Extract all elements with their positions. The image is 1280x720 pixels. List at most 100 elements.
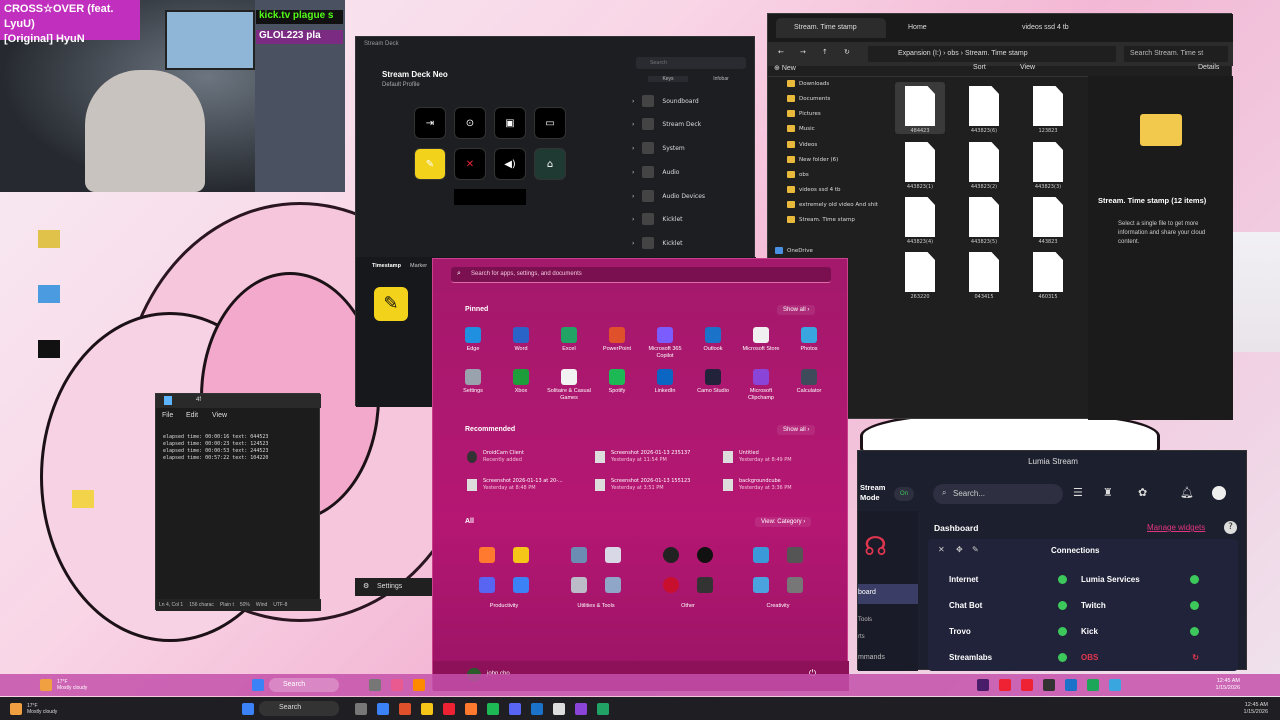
tab-stream-time-stamp[interactable]: Stream. Time stamp (776, 18, 886, 38)
category-audio[interactable]: › Audio (632, 162, 750, 182)
recommended-item[interactable]: Screenshot 2026-01-13 155123 Yesterday at… (595, 478, 725, 492)
profile-name[interactable]: Default Profile (382, 82, 420, 88)
category-system[interactable]: › System (632, 138, 750, 158)
deck-key[interactable]: ⌂ (534, 148, 566, 180)
deck-key[interactable]: ⊙ (454, 107, 486, 139)
category-audio-devices[interactable]: › Audio Devices (632, 186, 750, 206)
search-input[interactable]: Search (636, 57, 746, 69)
recommended-item[interactable]: backgroundcube Yesterday at 3:36 PM (723, 478, 853, 492)
show-all-pinned[interactable]: Show all › (777, 305, 816, 315)
alert-icon[interactable]: ♜ (1103, 486, 1113, 499)
recommended-item[interactable]: Untitled Yesterday at 8:49 PM (723, 450, 853, 464)
up-icon[interactable]: ↑ (822, 48, 828, 56)
category-stream-deck[interactable]: › Stream Deck (632, 114, 750, 134)
group-productivity[interactable]: Productivity (467, 547, 541, 609)
sidebar-item-new-folder[interactable]: New folder (6) (787, 156, 838, 163)
menu-view[interactable]: View (212, 412, 227, 419)
manage-widgets-link[interactable]: Manage widgets (1147, 523, 1205, 532)
taskbar-search[interactable]: Search (269, 678, 339, 692)
sidebar-item-music[interactable]: Music (787, 125, 815, 132)
refresh-icon[interactable]: ↻ (844, 48, 850, 56)
text-line[interactable]: elapsed time: 00:00:23 text: 124523 (156, 441, 321, 448)
details-button[interactable]: Details (1198, 64, 1219, 71)
pinned-app[interactable]: Photos (785, 327, 833, 353)
file-item[interactable]: 043415 (964, 252, 1004, 300)
text-line[interactable]: elapsed time: 00:00:53 text: 244523 (156, 448, 321, 455)
breadcrumb[interactable]: Expansion (I:) › obs › Stream. Time stam… (868, 46, 1116, 62)
tab-videos[interactable]: videos ssd 4 tb (1004, 18, 1114, 38)
taskbar-app-icon[interactable] (399, 702, 411, 715)
tab-keys[interactable]: Keys (648, 76, 688, 82)
file-item[interactable]: 443823 (1028, 197, 1068, 245)
avatar[interactable] (1212, 486, 1226, 500)
category-kicklet-2[interactable]: › Kicklet (632, 233, 750, 253)
pinned-app[interactable]: Calculator (785, 369, 833, 395)
category-soundboard[interactable]: › Soundboard (632, 91, 750, 111)
taskbar-app-icon[interactable] (575, 702, 587, 715)
recommended-item[interactable]: Screenshot 2026-01-13 235137 Yesterday at… (595, 450, 725, 464)
file-item[interactable]: 484423 (900, 86, 940, 134)
deck-key[interactable]: ▭ (534, 107, 566, 139)
tab-home[interactable]: Home (890, 18, 990, 38)
close-icon[interactable]: ✕ (938, 545, 945, 554)
pinned-app[interactable]: PowerPoint (593, 327, 641, 353)
sort-button[interactable]: Sort (973, 64, 986, 71)
sidebar-item-pictures[interactable]: Pictures (787, 110, 821, 117)
edit-icon[interactable]: ✎ (972, 545, 979, 554)
pinned-app[interactable]: Microsoft Clipchamp (737, 369, 785, 402)
pinned-app[interactable]: Word (497, 327, 545, 353)
pinned-app[interactable]: Solitaire & Casual Games (545, 369, 593, 402)
desktop-icon[interactable] (66, 490, 100, 510)
taskbar-app-icon[interactable] (597, 702, 609, 715)
forward-icon[interactable]: → (800, 48, 806, 56)
sidebar-item-commands[interactable]: mmands (858, 654, 885, 661)
pinned-app[interactable]: Settings (449, 369, 497, 395)
pinned-app[interactable]: Microsoft Store (737, 327, 785, 353)
file-item[interactable]: 460315 (1028, 252, 1068, 300)
desktop-icon[interactable] (32, 285, 66, 305)
text-line[interactable]: elapsed time: 00:00:16 text: 044523 (156, 434, 321, 441)
pinned-app[interactable]: Spotify (593, 369, 641, 395)
reconnect-icon[interactable]: ↻ (1192, 653, 1199, 662)
sidebar-item-videos[interactable]: Videos (787, 141, 817, 148)
taskbar-app-icon[interactable] (531, 702, 543, 715)
show-all-recommended[interactable]: Show all › (777, 425, 816, 435)
view-button[interactable]: View (1020, 64, 1035, 71)
pinned-app[interactable]: Excel (545, 327, 593, 353)
file-item[interactable]: 443823(3) (1028, 142, 1068, 190)
sidebar-item-old-video[interactable]: extremely old video And shit (787, 201, 878, 208)
taskbar-app-icon[interactable] (509, 702, 521, 715)
recommended-item[interactable]: Screenshot 2026-01-13 at 20-... Yesterday… (467, 478, 597, 492)
plugin-icon[interactable]: ✿ (1138, 486, 1147, 499)
pinned-app[interactable]: Edge (449, 327, 497, 353)
taskbar-app-icon[interactable] (443, 702, 455, 715)
file-item[interactable]: 443823(4) (900, 197, 940, 245)
file-item[interactable]: 263220 (900, 252, 940, 300)
menu-file[interactable]: File (162, 412, 173, 419)
tab[interactable]: 4f (196, 397, 201, 403)
taskbar-app-icon[interactable] (421, 702, 433, 715)
deck-key-tts-off[interactable]: ✕ (454, 148, 486, 180)
sliders-icon[interactable]: ☰ (1073, 486, 1083, 499)
stream-mode-toggle[interactable]: On (894, 487, 914, 501)
sidebar-item-obs[interactable]: obs (787, 171, 809, 178)
file-item[interactable]: 443823(2) (964, 142, 1004, 190)
pinned-app[interactable]: Outlook (689, 327, 737, 353)
taskbar-app-icon[interactable] (487, 702, 499, 715)
back-icon[interactable]: ← (778, 48, 784, 56)
category-kicklet[interactable]: › Kicklet (632, 209, 750, 229)
sidebar-item-videos-ssd[interactable]: videos ssd 4 tb (787, 186, 841, 193)
pinned-app[interactable]: Xbox (497, 369, 545, 395)
sidebar-item-onedrive[interactable]: OneDrive (775, 247, 813, 254)
start-icon[interactable] (252, 679, 264, 691)
file-item[interactable]: 123823 (1028, 86, 1068, 134)
recommended-item[interactable]: DroidCam Client Recently added (467, 450, 597, 464)
move-icon[interactable]: ✥ (956, 545, 963, 554)
text-line[interactable]: elapsed time: 00:57:22 text: 104220 (156, 455, 321, 462)
sidebar-item-tools[interactable]: Tools (858, 617, 872, 623)
deck-key[interactable]: ⇥ (414, 107, 446, 139)
menu-edit[interactable]: Edit (186, 412, 198, 419)
taskbar-app-icon[interactable] (465, 702, 477, 715)
group-other[interactable]: Other (651, 547, 725, 609)
pinned-app[interactable]: LinkedIn (641, 369, 689, 395)
